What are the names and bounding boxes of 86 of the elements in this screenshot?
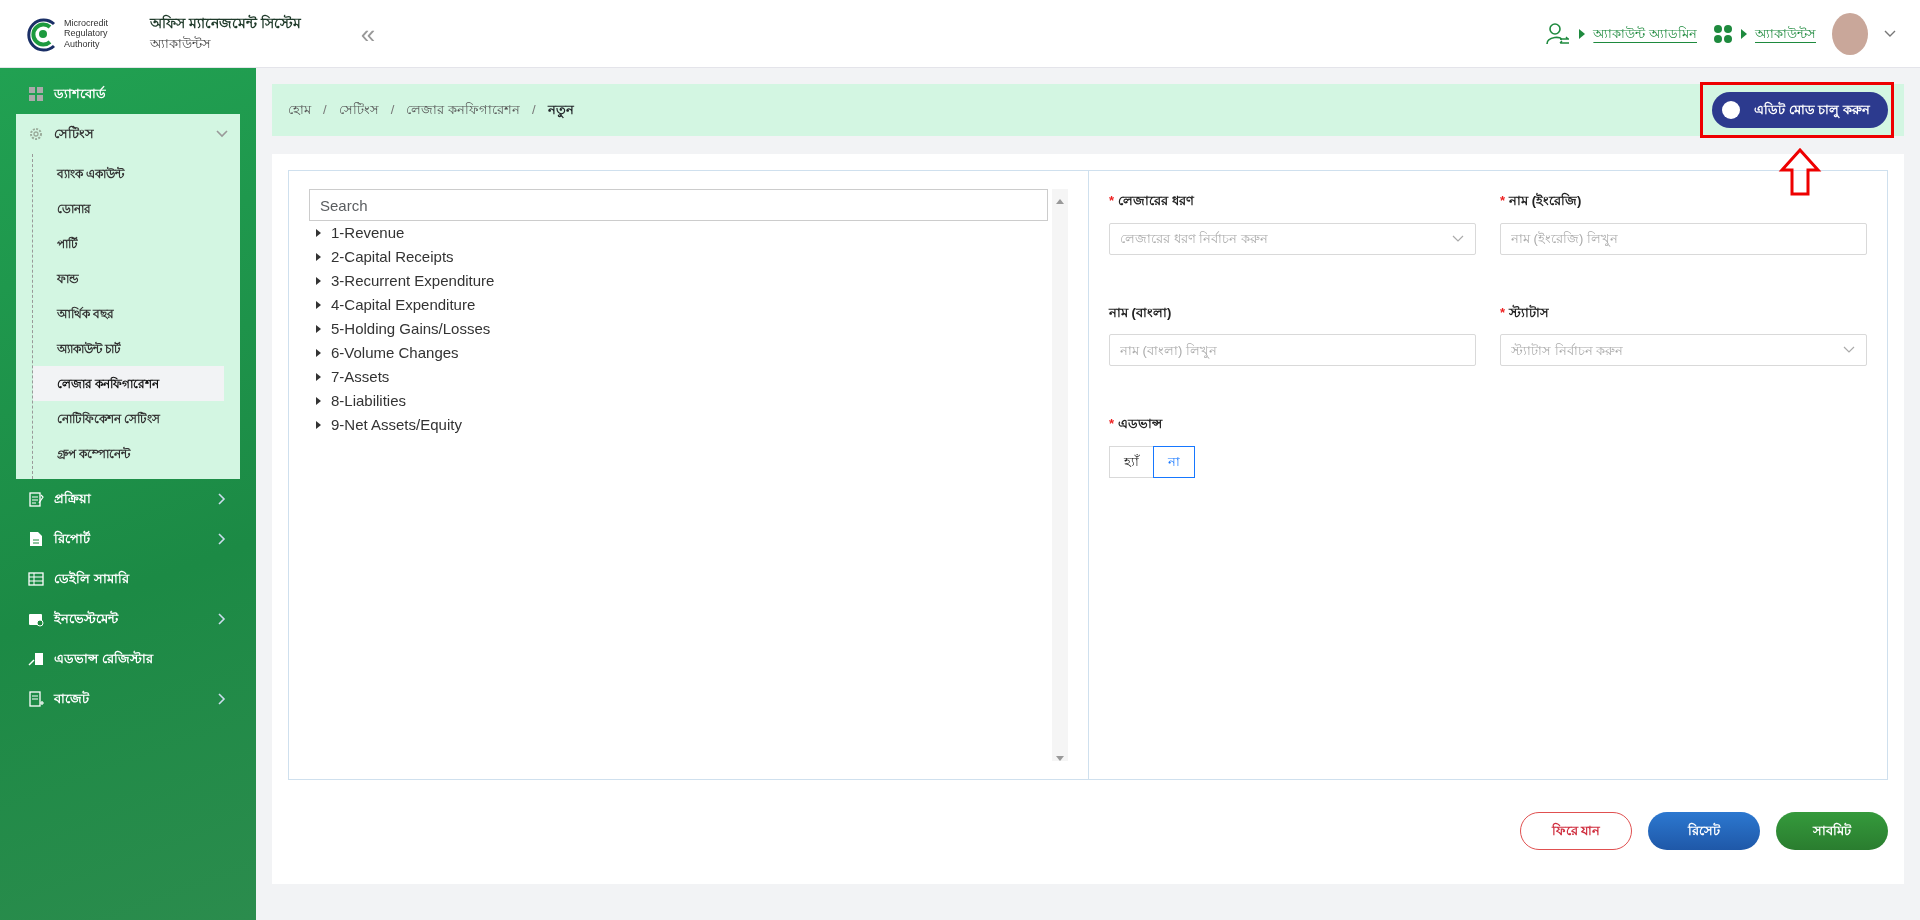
breadcrumb-separator: /: [390, 101, 395, 120]
sidebar-subitem[interactable]: নোটিফিকেশন সেটিংস: [33, 401, 224, 436]
budget-document-icon: [28, 691, 44, 707]
tree-node[interactable]: 6-Volume Changes: [309, 341, 1048, 365]
scroll-down-icon[interactable]: [1056, 756, 1064, 761]
field-label: নাম (বাংলা): [1109, 303, 1172, 322]
chevron-down-icon: [216, 128, 228, 140]
sidebar-subitem[interactable]: ফান্ড: [33, 261, 224, 296]
input-field[interactable]: নাম (বাংলা) লিখুন: [1109, 334, 1476, 366]
caret-right-icon: [315, 421, 321, 429]
caret-right-icon: [315, 325, 321, 333]
caret-right-icon: [315, 253, 321, 261]
caret-right-icon: [315, 349, 321, 357]
tree-node[interactable]: 9-Net Assets/Equity: [309, 413, 1048, 437]
sidebar-subitem[interactable]: অ্যাকাউন্ট চার্ট: [33, 331, 224, 366]
sidebar-subitem[interactable]: গ্রুপ কম্পোনেন্ট: [33, 436, 224, 471]
field-label: * লেজারের ধরণ: [1109, 192, 1194, 210]
gear-icon: [28, 126, 44, 142]
document-icon: [28, 531, 44, 547]
tree-node[interactable]: 4-Capital Expenditure: [309, 293, 1048, 317]
chevron-right-icon: [216, 693, 228, 705]
submit-button[interactable]: সাবমিট: [1776, 812, 1888, 850]
app-subtitle: অ্যাকাউন্টস: [150, 35, 212, 54]
chevron-right-icon: [216, 493, 228, 505]
chevron-down-icon: [1843, 346, 1855, 354]
app-title: অফিস ম্যানেজমেন্ট সিস্টেম: [150, 13, 301, 34]
wallet-gear-icon: [28, 611, 44, 627]
search-field[interactable]: Search: [309, 189, 1048, 221]
tree-node[interactable]: 1-Revenue: [309, 221, 1048, 245]
caret-right-icon: [1579, 28, 1586, 39]
select-field[interactable]: স্ট্যাটাস নির্বাচন করুন: [1500, 334, 1867, 366]
avatar[interactable]: [1832, 12, 1868, 55]
caret-right-icon: [1741, 28, 1747, 39]
caret-right-icon: [315, 397, 321, 405]
sidebar-subitem[interactable]: ডোনার: [33, 191, 224, 226]
breadcrumb-link[interactable]: হোম: [288, 100, 311, 120]
sidebar-item[interactable]: এডভান্স রেজিস্টার: [16, 639, 240, 679]
header-link[interactable]: অ্যাকাউন্ট অ্যাডমিন: [1593, 23, 1697, 44]
tree-node[interactable]: 2-Capital Receipts: [309, 245, 1048, 269]
scroll-up-icon[interactable]: [1056, 199, 1064, 204]
up-arrow-icon: [1778, 148, 1823, 196]
caret-right-icon: [315, 373, 321, 381]
sidebar-item[interactable]: প্রক্রিয়া: [16, 479, 240, 519]
back-button[interactable]: ফিরে যান: [1520, 812, 1632, 850]
breadcrumb-separator: /: [531, 101, 536, 120]
chevron-down-icon: [1452, 234, 1464, 243]
chevron-right-icon: [216, 613, 228, 625]
tree-node[interactable]: 7-Assets: [309, 365, 1048, 389]
sidebar-item[interactable]: সেটিংস: [16, 114, 240, 154]
user-switch-icon: [1545, 21, 1572, 46]
input-field[interactable]: নাম (ইংরেজি) লিখুন: [1500, 222, 1867, 255]
tree-node[interactable]: 3-Recurrent Expenditure: [309, 269, 1048, 293]
sidebar-item[interactable]: বাজেট: [16, 679, 240, 719]
reset-button[interactable]: রিসেট: [1648, 812, 1760, 850]
field-label: * এডভান্স: [1109, 415, 1163, 433]
sidebar-subitem[interactable]: আর্থিক বছর: [33, 296, 224, 331]
sidebar-item[interactable]: ডেইলি সামারি: [16, 559, 240, 599]
field-label: * স্ট্যাটাস: [1500, 303, 1550, 322]
select-field[interactable]: লেজারের ধরণ নির্বাচন করুন: [1109, 222, 1476, 255]
tree-node[interactable]: 5-Holding Gains/Losses: [309, 317, 1048, 341]
dashboard-icon: [28, 86, 44, 102]
notepad-icon: [28, 491, 44, 507]
caret-right-icon: [315, 301, 321, 309]
breadcrumb-link[interactable]: লেজার কনফিগারেশন: [406, 100, 520, 120]
apps-grid-icon: [1713, 23, 1733, 44]
sidebar-item[interactable]: রিপোর্ট: [16, 519, 240, 559]
sidebar-item[interactable]: ইনভেস্টমেন্ট: [16, 599, 240, 639]
breadcrumb-separator: /: [323, 101, 327, 120]
chevron-down-icon[interactable]: [1884, 29, 1896, 38]
field-label: * নাম (ইংরেজি): [1500, 191, 1582, 210]
logo-text: Microcredit Regulatory Authority: [64, 18, 109, 49]
header-link[interactable]: অ্যাকাউন্টস: [1755, 23, 1816, 44]
tree-node[interactable]: 8-Liabilities: [309, 389, 1048, 413]
sidebar-subitem[interactable]: ব্যাংক একাউন্ট: [33, 156, 224, 191]
chevron-right-icon: [216, 533, 228, 545]
caret-right-icon: [315, 277, 321, 285]
segment-option[interactable]: হ্যাঁ: [1109, 445, 1154, 478]
sidebar-subitem[interactable]: লেজার কনফিগারেশন: [33, 366, 224, 401]
register-icon: [28, 651, 44, 667]
edit-mode-toggle[interactable]: এডিট মোড চালু করুন: [1712, 92, 1888, 128]
breadcrumb-link[interactable]: সেটিংস: [338, 100, 379, 120]
breadcrumb-current: নতুন: [547, 101, 574, 120]
sidebar-subitem[interactable]: পার্টি: [33, 226, 224, 261]
segment-option[interactable]: না: [1153, 445, 1195, 478]
caret-right-icon: [315, 229, 321, 237]
spreadsheet-icon: [28, 571, 44, 587]
